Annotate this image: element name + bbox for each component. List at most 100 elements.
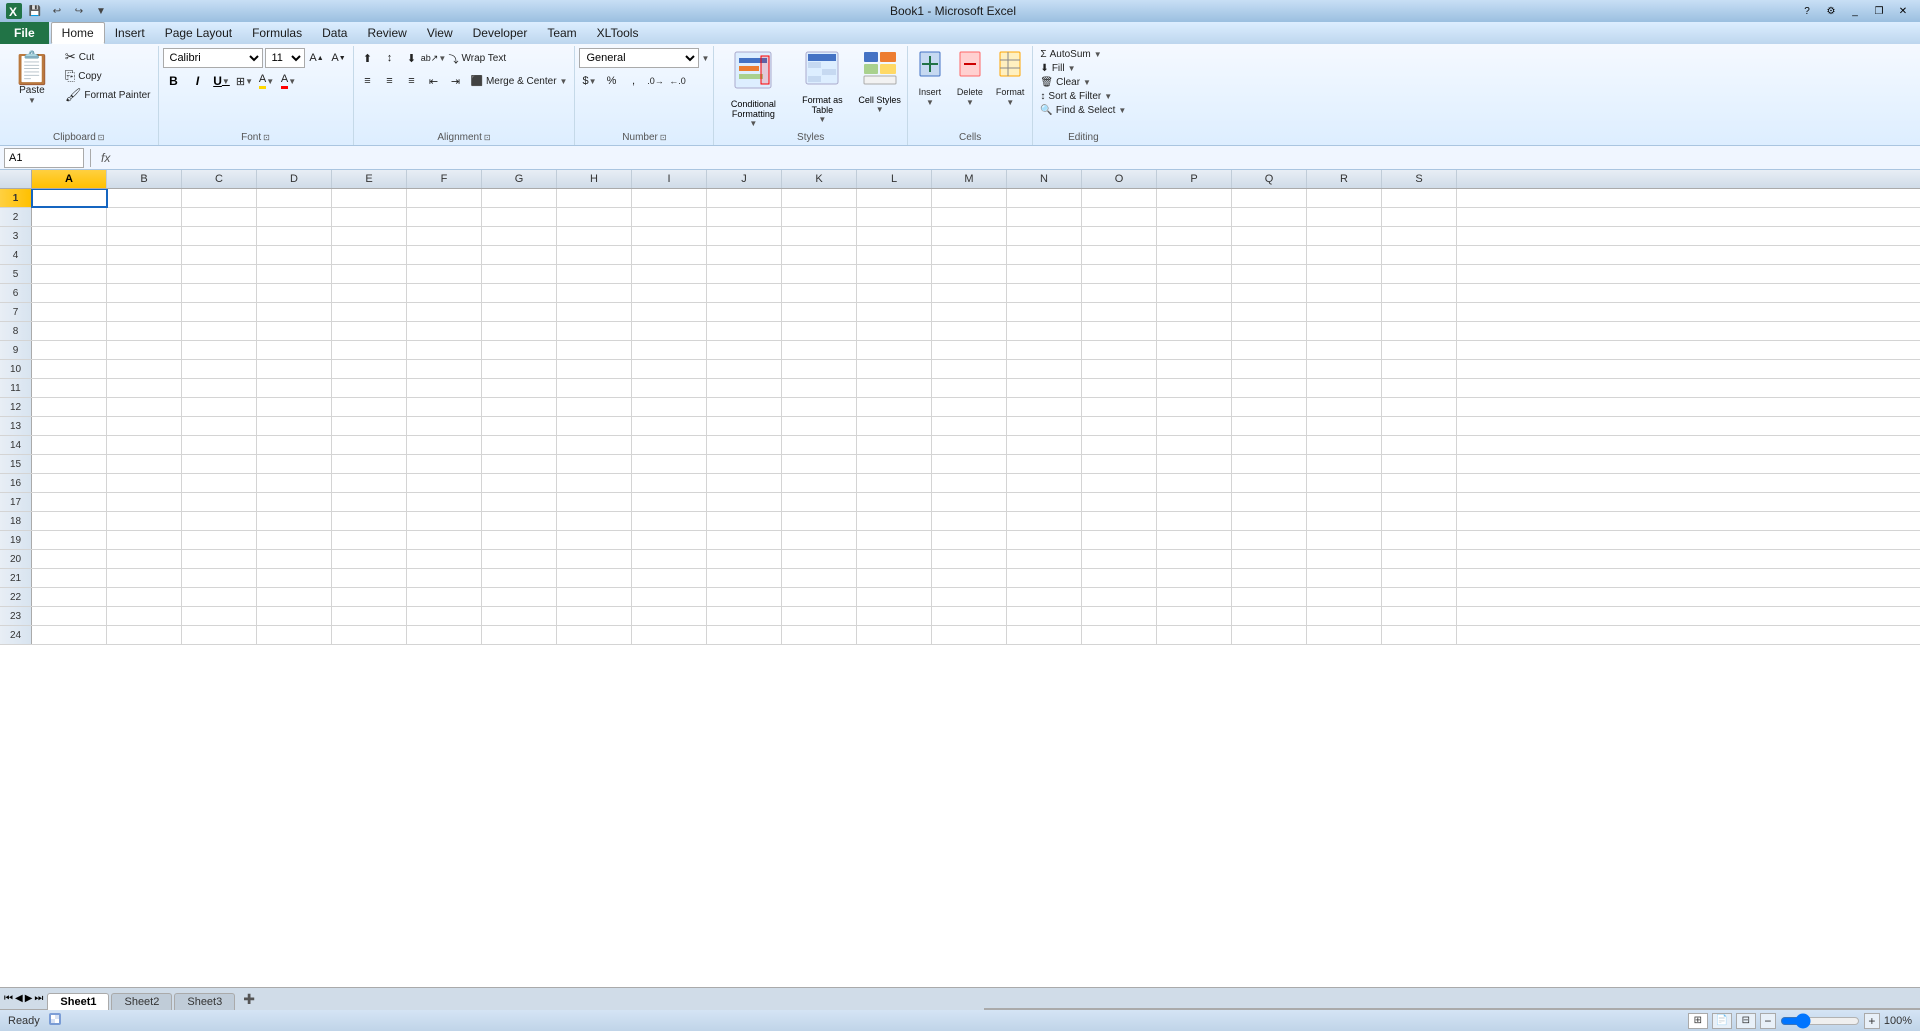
cell-D8[interactable] [257,322,332,340]
row-number-12[interactable]: 12 [0,398,32,416]
clipboard-expand-btn[interactable]: ⊡ [98,133,105,142]
cell-K4[interactable] [782,246,857,264]
grid-container[interactable]: 123456789101112131415161718192021222324 [0,189,1920,987]
menu-page-layout[interactable]: Page Layout [155,22,242,44]
cell-C12[interactable] [182,398,257,416]
cell-E13[interactable] [332,417,407,435]
cell-I7[interactable] [632,303,707,321]
menu-team[interactable]: Team [537,22,586,44]
cell-B4[interactable] [107,246,182,264]
col-header-G[interactable]: G [482,170,557,188]
cell-D1[interactable] [257,189,332,207]
cell-L10[interactable] [857,360,932,378]
cell-A12[interactable] [32,398,107,416]
cell-A10[interactable] [32,360,107,378]
cell-Q18[interactable] [1232,512,1307,530]
cell-K3[interactable] [782,227,857,245]
cell-G21[interactable] [482,569,557,587]
cell-S10[interactable] [1382,360,1457,378]
cell-G6[interactable] [482,284,557,302]
row-number-13[interactable]: 13 [0,417,32,435]
cell-D16[interactable] [257,474,332,492]
cell-P21[interactable] [1157,569,1232,587]
cell-A4[interactable] [32,246,107,264]
cell-Q14[interactable] [1232,436,1307,454]
autosum-btn[interactable]: Σ AutoSum ▼ [1037,48,1117,61]
cell-B7[interactable] [107,303,182,321]
cell-I22[interactable] [632,588,707,606]
cell-M7[interactable] [932,303,1007,321]
cell-M5[interactable] [932,265,1007,283]
cell-K22[interactable] [782,588,857,606]
cell-D19[interactable] [257,531,332,549]
cell-H2[interactable] [557,208,632,226]
row-number-1[interactable]: 1 [0,189,32,207]
find-select-btn[interactable]: 🔍 Find & Select ▼ [1037,104,1129,117]
cell-N7[interactable] [1007,303,1082,321]
cell-E3[interactable] [332,227,407,245]
cell-H14[interactable] [557,436,632,454]
menu-data[interactable]: Data [312,22,357,44]
cell-A9[interactable] [32,341,107,359]
sheet-prev-btn[interactable]: ◀ [15,993,23,1004]
cell-P14[interactable] [1157,436,1232,454]
cell-C3[interactable] [182,227,257,245]
cell-O14[interactable] [1082,436,1157,454]
cell-B3[interactable] [107,227,182,245]
cell-E15[interactable] [332,455,407,473]
cell-A8[interactable] [32,322,107,340]
cell-I17[interactable] [632,493,707,511]
cell-R17[interactable] [1307,493,1382,511]
cell-R21[interactable] [1307,569,1382,587]
cell-Q3[interactable] [1232,227,1307,245]
cell-E17[interactable] [332,493,407,511]
cell-C7[interactable] [182,303,257,321]
cell-I21[interactable] [632,569,707,587]
cell-E21[interactable] [332,569,407,587]
cell-K19[interactable] [782,531,857,549]
cell-A22[interactable] [32,588,107,606]
cell-J6[interactable] [707,284,782,302]
cell-M17[interactable] [932,493,1007,511]
cell-G18[interactable] [482,512,557,530]
format-as-table-arrow[interactable]: ▼ [818,115,826,124]
cell-M21[interactable] [932,569,1007,587]
increase-decimal-btn[interactable]: .0→ [645,71,665,91]
decrease-decimal-btn[interactable]: ←.0 [667,71,687,91]
cell-B9[interactable] [107,341,182,359]
cell-Q4[interactable] [1232,246,1307,264]
cell-S9[interactable] [1382,341,1457,359]
cell-J19[interactable] [707,531,782,549]
cell-E12[interactable] [332,398,407,416]
cell-J22[interactable] [707,588,782,606]
cell-F5[interactable] [407,265,482,283]
cell-H20[interactable] [557,550,632,568]
cell-J24[interactable] [707,626,782,644]
cell-K14[interactable] [782,436,857,454]
cell-G13[interactable] [482,417,557,435]
cell-Q16[interactable] [1232,474,1307,492]
cell-O18[interactable] [1082,512,1157,530]
cell-P7[interactable] [1157,303,1232,321]
cell-E9[interactable] [332,341,407,359]
cell-S8[interactable] [1382,322,1457,340]
cell-J5[interactable] [707,265,782,283]
cell-E1[interactable] [332,189,407,207]
cell-R12[interactable] [1307,398,1382,416]
cell-P12[interactable] [1157,398,1232,416]
restore-btn[interactable]: ❐ [1868,3,1890,19]
cell-A20[interactable] [32,550,107,568]
cell-S20[interactable] [1382,550,1457,568]
cell-R15[interactable] [1307,455,1382,473]
paste-dropdown-arrow[interactable]: ▼ [28,96,36,105]
cell-D20[interactable] [257,550,332,568]
row-number-21[interactable]: 21 [0,569,32,587]
cell-Q9[interactable] [1232,341,1307,359]
sheet-first-btn[interactable]: ⏮ [4,993,13,1004]
cell-F16[interactable] [407,474,482,492]
cell-R19[interactable] [1307,531,1382,549]
paste-button[interactable]: 📋 Paste ▼ [4,48,60,109]
cell-F11[interactable] [407,379,482,397]
insert-dropdown-arrow[interactable]: ▼ [926,98,934,107]
cell-N6[interactable] [1007,284,1082,302]
